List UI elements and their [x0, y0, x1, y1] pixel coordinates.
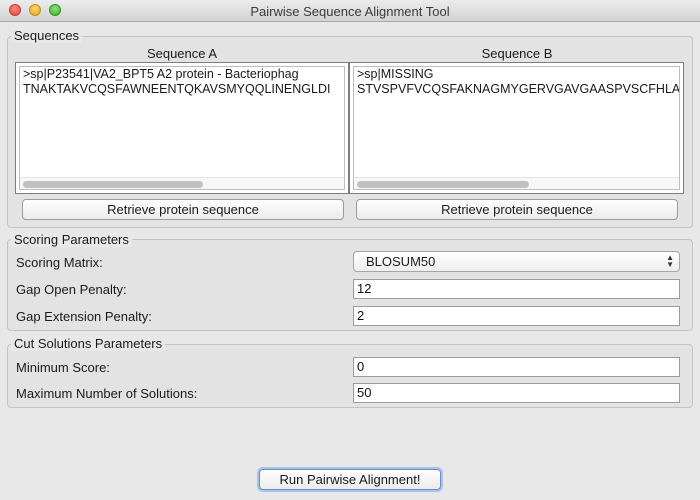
sequences-legend: Sequences: [11, 29, 83, 43]
gap-open-label: Gap Open Penalty:: [16, 282, 127, 297]
sequence-a-residues-line: TNAKTAKVCQSFAWNEENTQKAVSMYQQLINENGLDI: [23, 82, 331, 96]
cut-solutions-legend: Cut Solutions Parameters: [11, 337, 166, 351]
sequence-b-heading: Sequence B: [481, 46, 553, 61]
sequence-a-heading: Sequence A: [146, 46, 218, 61]
scoring-legend: Scoring Parameters: [11, 233, 132, 247]
minimum-score-label: Minimum Score:: [16, 360, 110, 375]
retrieve-sequence-a-button[interactable]: Retrieve protein sequence: [22, 199, 344, 220]
retrieve-sequence-b-button[interactable]: Retrieve protein sequence: [356, 199, 678, 220]
sequence-a-hscrollbar[interactable]: [20, 177, 344, 189]
sequence-a-frame: >sp|P23541|VA2_BPT5 A2 protein - Bacteri…: [15, 62, 349, 194]
sequence-b-header-line: >sp|MISSING: [357, 67, 434, 81]
sequence-a-textarea[interactable]: >sp|P23541|VA2_BPT5 A2 protein - Bacteri…: [19, 66, 345, 190]
gap-extension-field[interactable]: 2: [353, 306, 680, 326]
sequence-b-hscroll-thumb[interactable]: [357, 181, 529, 188]
updown-arrows-icon: ▲ ▼: [666, 253, 674, 269]
sequence-b-frame: >sp|MISSING STVSPVFVCQSFAKNAGMYGERVGAVGA…: [349, 62, 684, 194]
scoring-matrix-select[interactable]: BLOSUM50 ▲ ▼: [353, 251, 680, 272]
max-solutions-label: Maximum Number of Solutions:: [16, 386, 198, 401]
sequence-a-header-line: >sp|P23541|VA2_BPT5 A2 protein - Bacteri…: [23, 67, 299, 81]
run-alignment-button[interactable]: Run Pairwise Alignment!: [259, 469, 441, 490]
title-bar: Pairwise Sequence Alignment Tool: [0, 0, 700, 22]
scoring-matrix-label: Scoring Matrix:: [16, 255, 103, 270]
window-title: Pairwise Sequence Alignment Tool: [250, 4, 450, 19]
gap-open-field[interactable]: 12: [353, 279, 680, 299]
sequence-b-hscrollbar[interactable]: [354, 177, 679, 189]
minimum-score-field[interactable]: 0: [353, 357, 680, 377]
sequence-a-hscroll-thumb[interactable]: [23, 181, 203, 188]
sequence-b-textarea[interactable]: >sp|MISSING STVSPVFVCQSFAKNAGMYGERVGAVGA…: [353, 66, 680, 190]
max-solutions-field[interactable]: 50: [353, 383, 680, 403]
scoring-matrix-value: BLOSUM50: [366, 254, 436, 269]
sequence-b-residues-line: STVSPVFVCQSFAKNAGMYGERVGAVGAASPVSCFHLA: [357, 82, 680, 96]
gap-extension-label: Gap Extension Penalty:: [16, 309, 152, 324]
